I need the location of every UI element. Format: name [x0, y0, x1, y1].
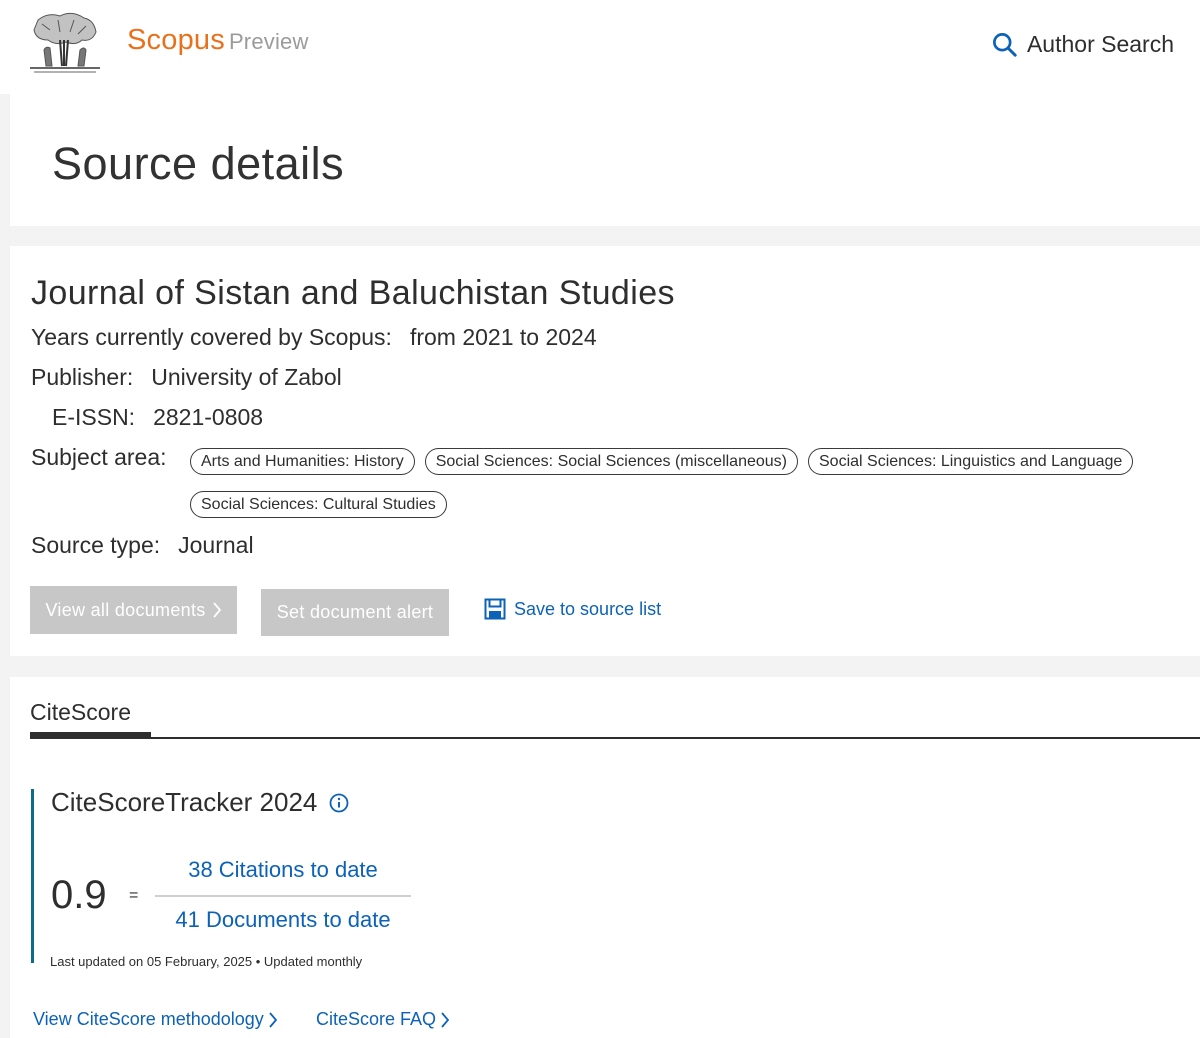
- tab-citescore[interactable]: CiteScore: [30, 699, 131, 726]
- eissn-label: E-ISSN:: [52, 404, 136, 430]
- citescore-panel: CiteScore CiteScoreTracker 2024 0.9 = 38…: [10, 677, 1200, 1038]
- author-search-link[interactable]: Author Search: [991, 28, 1174, 60]
- citations-to-date-link[interactable]: 38 Citations to date: [155, 857, 411, 883]
- last-updated-text: Last updated on 05 February, 2025 • Upda…: [50, 954, 363, 969]
- source-type-row: Source type: Journal: [31, 532, 254, 559]
- journal-title: Journal of Sistan and Baluchistan Studie…: [31, 274, 675, 312]
- save-icon: [484, 598, 506, 620]
- years-covered-row: Years currently covered by Scopus: from 2…: [31, 324, 597, 351]
- subject-area-chips: Arts and Humanities: History Social Scie…: [190, 448, 1180, 518]
- elsevier-tree-logo[interactable]: [28, 10, 102, 74]
- info-icon[interactable]: [329, 793, 349, 813]
- subject-chip-cultural-studies[interactable]: Social Sciences: Cultural Studies: [190, 491, 447, 518]
- page-title: Source details: [52, 138, 345, 189]
- citescore-tracker-heading: CiteScoreTracker 2024: [51, 787, 349, 818]
- fraction-line: [155, 895, 411, 897]
- equals-sign: =: [129, 887, 139, 904]
- eissn-value: 2821-0808: [153, 404, 264, 430]
- top-header: Scopus Preview Author Search: [0, 0, 1200, 94]
- brand-scopus: Scopus: [127, 24, 225, 56]
- chevron-right-icon: [441, 1011, 450, 1028]
- save-to-source-list-link[interactable]: Save to source list: [484, 598, 661, 620]
- publisher-label: Publisher:: [31, 364, 134, 390]
- citescore-faq-link[interactable]: CiteScore FAQ: [316, 1009, 450, 1030]
- set-document-alert-label: Set document alert: [276, 602, 434, 622]
- view-all-documents-label: View all documents: [45, 599, 206, 620]
- subject-chip-history[interactable]: Arts and Humanities: History: [190, 448, 415, 475]
- citescore-tracker-title: CiteScoreTracker 2024: [51, 787, 318, 817]
- subject-chip-social-misc[interactable]: Social Sciences: Social Sciences (miscel…: [424, 448, 798, 475]
- view-all-documents-button[interactable]: View all documents: [30, 586, 237, 634]
- subject-chip-linguistics[interactable]: Social Sciences: Linguistics and Languag…: [808, 448, 1134, 475]
- citescore-methodology-link[interactable]: View CiteScore methodology: [33, 1009, 278, 1030]
- citescore-methodology-label: View CiteScore methodology: [33, 1009, 264, 1029]
- author-search-label: Author Search: [1026, 30, 1174, 57]
- citescore-value: 0.9: [51, 873, 107, 917]
- chevron-right-icon: [269, 1011, 277, 1028]
- documents-to-date-link[interactable]: 41 Documents to date: [155, 907, 411, 933]
- search-icon: [992, 32, 1017, 57]
- chevron-right-icon: [212, 602, 221, 618]
- years-covered-label: Years currently covered by Scopus:: [31, 324, 392, 350]
- eissn-row: E-ISSN: 2821-0808: [52, 404, 263, 431]
- subject-area-label: Subject area:: [31, 444, 167, 470]
- brand-name[interactable]: Scopus Preview: [127, 24, 309, 57]
- tracker-accent-bar: [31, 789, 34, 963]
- citescore-faq-label: CiteScore FAQ: [316, 1009, 437, 1029]
- brand-preview: Preview: [228, 29, 309, 54]
- source-type-value: Journal: [178, 532, 254, 558]
- save-to-source-list-label: Save to source list: [514, 598, 662, 619]
- years-covered-value: from 2021 to 2024: [409, 324, 597, 350]
- set-document-alert-button[interactable]: Set document alert: [261, 589, 449, 636]
- publisher-value: University of Zabol: [151, 364, 342, 390]
- source-details-panel: Journal of Sistan and Baluchistan Studie…: [10, 246, 1200, 656]
- publisher-row: Publisher: University of Zabol: [31, 364, 342, 391]
- subject-area-row: Subject area:: [31, 444, 167, 471]
- page-title-panel: Source details: [10, 94, 1200, 226]
- tab-divider: [30, 737, 1200, 739]
- source-type-label: Source type:: [31, 532, 161, 558]
